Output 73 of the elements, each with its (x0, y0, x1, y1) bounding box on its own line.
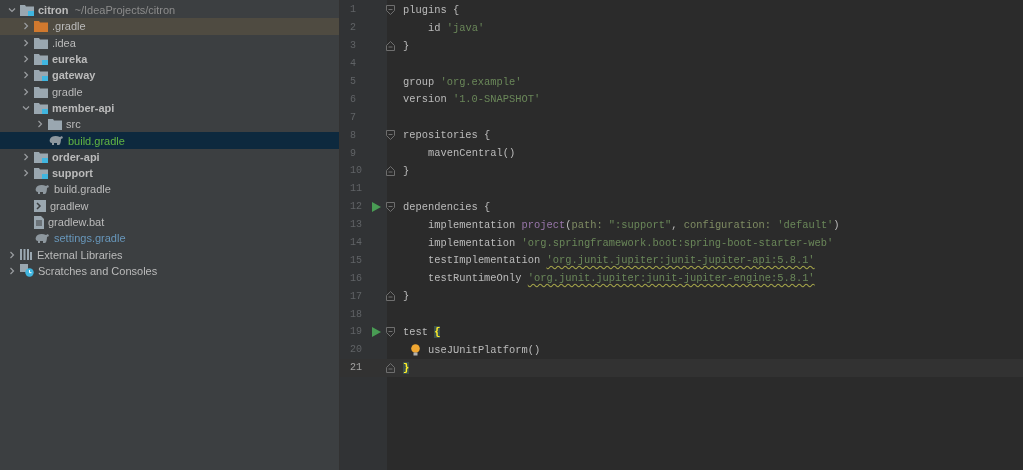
code-line: } (403, 164, 410, 177)
tree-item[interactable]: External Libraries (0, 246, 339, 263)
code-line: testImplementation 'org.junit.jupiter:junit-jupiter-api:5.8.1' (428, 254, 815, 267)
code-line: dependencies { (403, 200, 491, 213)
tree-item[interactable]: .gradle (0, 18, 339, 35)
elephant-icon (34, 183, 50, 195)
tree-item[interactable]: citron ~/IdeaProjects/citron (0, 2, 339, 19)
fold-icon[interactable] (386, 326, 395, 337)
code-line: plugins { (403, 3, 460, 16)
chevron-icon[interactable] (22, 71, 30, 80)
code-line: } (403, 39, 410, 52)
code-line: version '1.0-SNAPSHOT' (403, 93, 541, 106)
tree-item[interactable]: build.gradle (0, 132, 339, 149)
tree-item[interactable]: src (0, 116, 339, 133)
fold-icon[interactable] (386, 165, 395, 176)
run-icon[interactable] (372, 201, 381, 212)
tree-item[interactable]: gradlew (0, 197, 339, 214)
tree-item[interactable]: build.gradle (0, 181, 339, 198)
tree-item[interactable]: settings.gradle (0, 230, 339, 247)
fold-icon[interactable] (386, 40, 395, 51)
chevron-icon[interactable] (22, 22, 30, 31)
fold-icon[interactable] (386, 201, 395, 212)
tree-item[interactable]: member-api (0, 99, 339, 117)
tree-item[interactable]: Scratches and Consoles (0, 262, 339, 280)
chevron-icon[interactable] (22, 152, 30, 161)
module-folder-icon (34, 53, 48, 66)
fold-icon[interactable] (386, 4, 395, 15)
fold-icon[interactable] (386, 291, 395, 302)
elephant-icon (34, 232, 50, 244)
code-line: group 'org.example' (403, 75, 522, 88)
module-folder-icon (20, 4, 34, 17)
tree-item[interactable]: eureka (0, 50, 339, 68)
lightbulb-icon[interactable] (411, 343, 420, 356)
text-file-icon (34, 215, 44, 229)
code-line: mavenCentral() (428, 147, 516, 160)
line-number: 21 (349, 362, 363, 374)
folder-icon (34, 20, 48, 33)
chevron-icon[interactable] (22, 87, 30, 96)
code-line: useJUnitPlatform() (428, 343, 541, 356)
fold-icon[interactable] (386, 130, 395, 141)
run-icon[interactable] (372, 326, 381, 337)
tree-item[interactable]: .idea (0, 34, 339, 51)
code-line: id 'java' (428, 21, 485, 34)
chevron-icon[interactable] (8, 266, 16, 275)
terminal-file-icon (34, 199, 46, 212)
scratch-icon (20, 264, 34, 278)
tree-item[interactable]: order-api (0, 148, 339, 165)
elephant-icon (48, 135, 64, 146)
tree-item[interactable]: gateway (0, 67, 339, 84)
module-folder-icon (34, 150, 48, 163)
tree-item[interactable]: support (0, 164, 339, 182)
module-folder-icon (34, 69, 48, 82)
project-path: ~/IdeaProjects/citron (74, 4, 176, 17)
tree-item[interactable]: gradle (0, 83, 339, 100)
module-folder-icon (34, 167, 48, 180)
fold-icon[interactable] (386, 362, 395, 373)
folder-icon (34, 85, 48, 98)
code-line: repositories { (403, 129, 491, 142)
module-folder-icon (34, 101, 48, 114)
tree-item[interactable]: gradlew.bat (0, 213, 339, 231)
code-line: test { (403, 325, 441, 338)
code-line: implementation project(path: ":support", configuration: 'default') (428, 218, 840, 231)
chevron-icon[interactable] (8, 250, 16, 259)
code-line: implementation 'org.springframework.boot:spring-boot-starter-web' (428, 236, 834, 249)
chevron-icon[interactable] (36, 120, 44, 129)
code-line: } (403, 290, 410, 303)
library-icon (20, 249, 33, 261)
chevron-icon[interactable] (22, 103, 30, 112)
chevron-icon[interactable] (22, 55, 30, 64)
code-line: testRuntimeOnly 'org.junit.jupiter:junit-jupiter-engine:5.8.1' (428, 272, 815, 285)
chevron-icon[interactable] (22, 169, 30, 178)
chevron-icon[interactable] (8, 6, 16, 15)
chevron-icon[interactable] (22, 38, 30, 47)
